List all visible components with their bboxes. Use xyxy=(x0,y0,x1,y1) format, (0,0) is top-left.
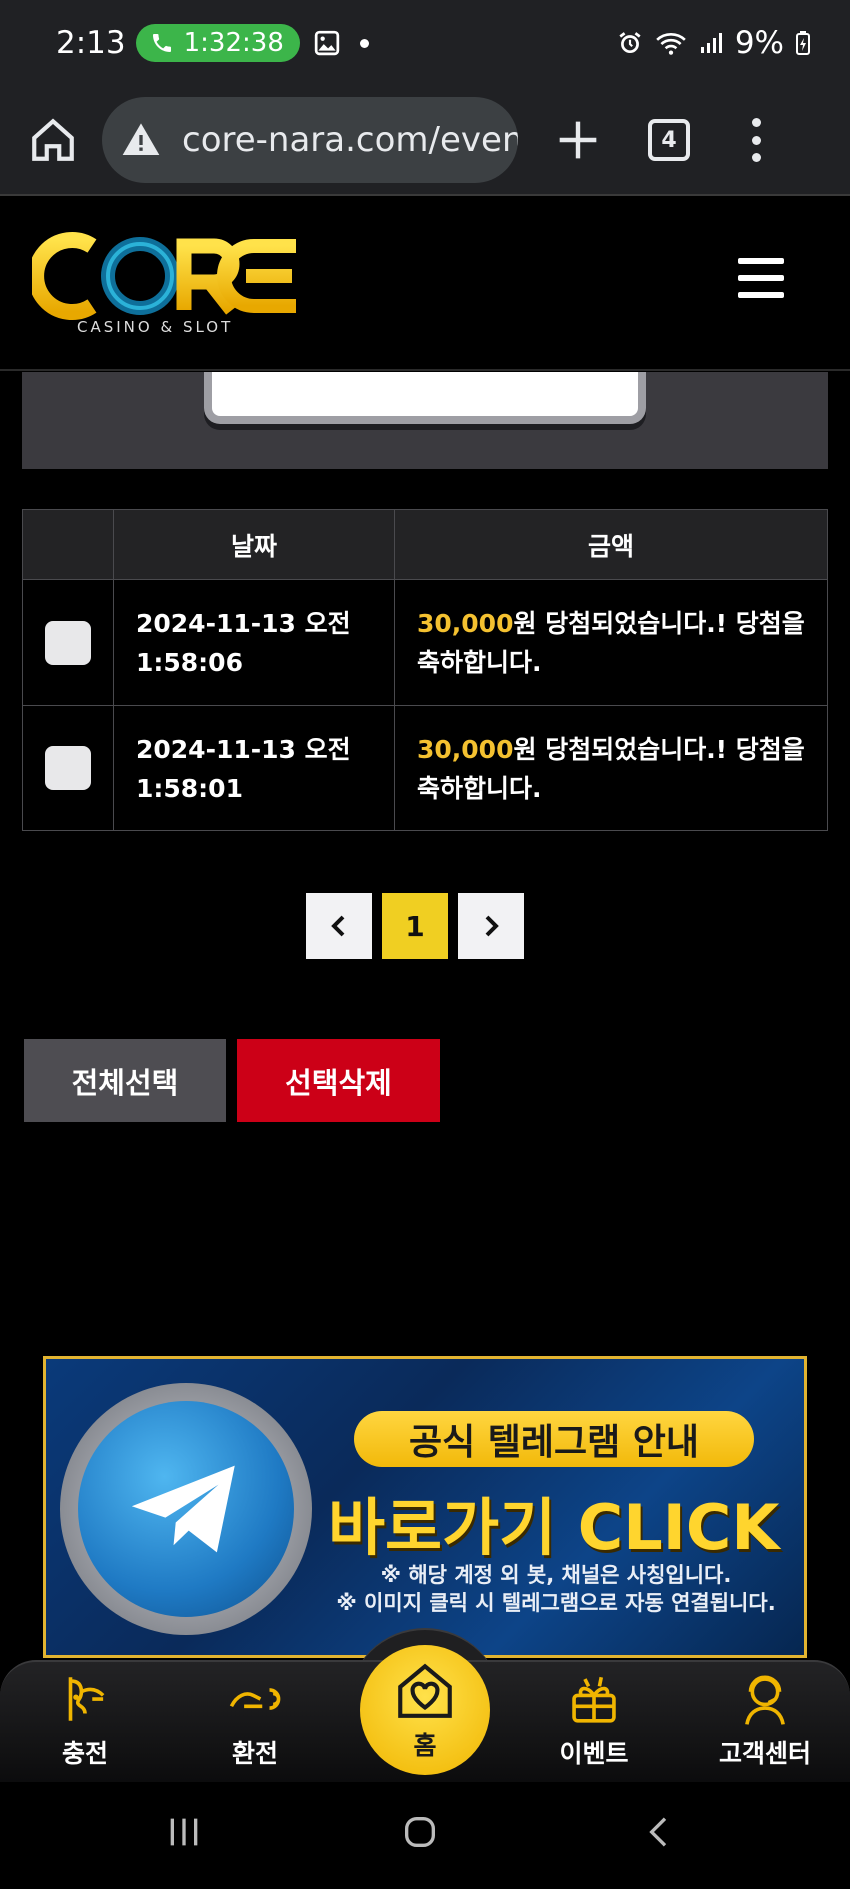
banner-cta: 바로가기 CLICK xyxy=(328,1491,780,1564)
new-tab-icon[interactable] xyxy=(556,118,600,162)
logo-subtext: CASINO & SLOT xyxy=(77,318,233,336)
next-page-button[interactable] xyxy=(458,893,524,959)
nav-label: 고객센터 xyxy=(718,1739,811,1768)
nav-label: 환전 xyxy=(231,1739,278,1768)
deposit-icon xyxy=(68,1677,105,1721)
recent-apps-icon[interactable] xyxy=(164,1812,204,1852)
prev-page-button[interactable] xyxy=(306,893,372,959)
not-secure-warning-icon[interactable] xyxy=(120,120,162,160)
call-timer: 1:32:38 xyxy=(183,28,284,58)
panel-card xyxy=(204,372,646,424)
nav-withdraw[interactable]: 환전 xyxy=(195,1670,315,1770)
browser-toolbar: core-nara.com/event 4 xyxy=(0,86,850,196)
chevron-left-icon xyxy=(331,915,345,937)
table-row: 2024-11-13 오전 1:58:01 30,000원 당첨되었습니다.! … xyxy=(23,705,827,830)
chevron-right-icon xyxy=(485,915,499,937)
back-icon[interactable] xyxy=(640,1812,680,1852)
content-panel xyxy=(22,372,828,469)
home-heart-icon xyxy=(398,1663,452,1718)
row-amount: 30,000 xyxy=(417,609,514,638)
row-date: 2024-11-13 오전 1:58:01 xyxy=(114,706,395,830)
row-date: 2024-11-13 오전 1:58:06 xyxy=(114,580,395,705)
home-button-icon[interactable] xyxy=(400,1812,440,1852)
wifi-icon xyxy=(656,33,686,55)
row-message: 30,000원 당첨되었습니다.! 당첨을 축하합니다. xyxy=(395,706,827,830)
header-select xyxy=(23,510,114,579)
phone-icon xyxy=(152,34,171,52)
nav-deposit[interactable]: 충전 xyxy=(25,1670,145,1770)
nav-event[interactable]: 이벤트 xyxy=(534,1670,654,1770)
call-timer-pill[interactable]: 1:32:38 xyxy=(135,24,300,62)
hamburger-menu-icon[interactable] xyxy=(738,258,784,298)
gift-icon xyxy=(572,1676,616,1723)
nav-label: 충전 xyxy=(61,1739,108,1768)
support-agent-icon xyxy=(745,1675,785,1725)
banner-pill: 공식 텔레그램 안내 xyxy=(354,1411,754,1467)
browser-menu-icon[interactable] xyxy=(750,118,762,162)
image-notification-icon xyxy=(314,30,340,56)
page-1-button[interactable]: 1 xyxy=(382,893,448,959)
row-checkbox[interactable] xyxy=(45,746,91,790)
nav-label: 홈 xyxy=(413,1731,437,1760)
address-bar[interactable]: core-nara.com/event xyxy=(102,97,518,183)
nav-label: 이벤트 xyxy=(559,1739,629,1768)
core-casino-logo[interactable]: CASINO & SLOT xyxy=(32,226,302,336)
delete-selected-button[interactable]: 선택삭제 xyxy=(237,1039,440,1122)
status-bar: 2:13 1:32:38 9% xyxy=(0,0,850,86)
signal-icon xyxy=(700,33,722,53)
nav-home[interactable]: 홈 xyxy=(360,1645,490,1775)
battery-charging-icon xyxy=(796,31,810,55)
row-checkbox[interactable] xyxy=(45,620,91,665)
battery-percent: 9% xyxy=(734,25,784,61)
nav-support[interactable]: 고객센터 xyxy=(705,1670,825,1770)
status-time: 2:13 xyxy=(56,25,126,61)
tab-switcher-button[interactable]: 4 xyxy=(648,119,690,161)
android-nav-bar xyxy=(0,1782,850,1889)
table-row: 2024-11-13 오전 1:58:06 30,000원 당첨되었습니다.! … xyxy=(23,580,827,705)
site-header: CASINO & SLOT xyxy=(0,196,850,371)
header-amount: 금액 xyxy=(587,531,634,561)
withdraw-icon xyxy=(229,1688,281,1710)
telegram-logo-ring xyxy=(60,1383,312,1635)
row-amount: 30,000 xyxy=(417,735,514,764)
url-text: core-nara.com/event xyxy=(182,120,518,160)
telegram-icon xyxy=(131,1465,235,1553)
notification-dot xyxy=(359,38,369,48)
select-all-button[interactable]: 전체선택 xyxy=(24,1039,226,1122)
telegram-banner[interactable]: 공식 텔레그램 안내 바로가기 CLICK ※ 해당 계정 외 봇, 채널은 사… xyxy=(43,1356,807,1658)
row-message: 30,000원 당첨되었습니다.! 당첨을 축하합니다. xyxy=(395,580,827,705)
tab-count: 4 xyxy=(661,127,677,153)
browser-home-icon[interactable] xyxy=(28,115,78,165)
event-result-table: 날짜 금액 2024-11-13 오전 1:58:06 30,000원 당첨되었… xyxy=(22,509,828,831)
table-header: 날짜 금액 xyxy=(23,510,827,580)
banner-note-1: ※ 해당 계정 외 봇, 채널은 사칭입니다. xyxy=(380,1563,732,1587)
header-date: 날짜 xyxy=(114,510,395,579)
alarm-icon xyxy=(619,32,641,54)
banner-note-2: ※ 이미지 클릭 시 텔레그램으로 자동 연결됩니다. xyxy=(336,1591,776,1615)
pagination: 1 xyxy=(306,893,524,959)
